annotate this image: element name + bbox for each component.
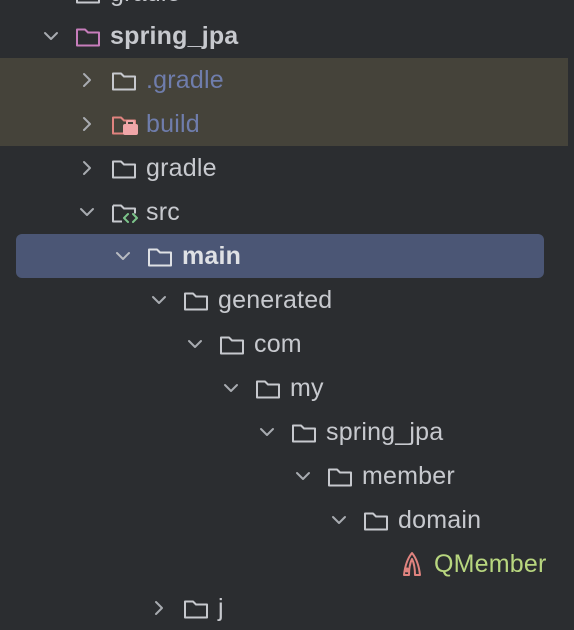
excluded-folder-icon: [110, 110, 138, 138]
chevron-down-icon[interactable]: [110, 243, 136, 269]
tree-item-generated[interactable]: generated: [146, 278, 332, 322]
tree-item-src[interactable]: src: [74, 190, 180, 234]
tree-item-label: j: [218, 593, 224, 622]
folder-icon: [326, 462, 354, 490]
chevron-down-icon[interactable]: [254, 419, 280, 445]
tree-item-label: src: [146, 197, 180, 226]
tree-item-label: main: [182, 241, 242, 270]
tree-item-domain[interactable]: domain: [326, 498, 481, 542]
chevron-down-icon[interactable]: [38, 23, 64, 49]
folder-icon: [254, 374, 282, 402]
tree-item-label: com: [254, 329, 302, 358]
folder-icon: [110, 66, 138, 94]
tree-item-com[interactable]: com: [182, 322, 302, 366]
folder-icon: [146, 242, 174, 270]
module-folder-icon: [74, 22, 102, 50]
chevron-down-icon[interactable]: [146, 287, 172, 313]
chevron-right-icon[interactable]: [146, 595, 172, 621]
tree-item-label: member: [362, 461, 455, 490]
tree-item-label: spring_jpa: [326, 417, 444, 446]
tree-item-label: generated: [218, 285, 333, 314]
tree-item-build[interactable]: build: [74, 102, 200, 146]
tree-scrollbar[interactable]: [568, 0, 574, 602]
tree-item-qmember[interactable]: QMember: [398, 542, 547, 586]
tree-item-label: my: [290, 373, 324, 402]
tree-item-label: domain: [398, 505, 482, 534]
chevron-down-icon[interactable]: [218, 375, 244, 401]
folder-icon: [362, 506, 390, 534]
chevron-right-icon[interactable]: [38, 0, 64, 6]
chevron-right-icon[interactable]: [74, 155, 100, 181]
chevron-right-icon[interactable]: [74, 111, 100, 137]
source-folder-icon: [110, 198, 138, 226]
tree-item-label: gradle: [146, 153, 217, 182]
tree-item-my[interactable]: my: [218, 366, 324, 410]
folder-icon: [74, 0, 102, 7]
chevron-down-icon[interactable]: [326, 507, 352, 533]
tree-item-label: spring_jpa: [110, 21, 239, 50]
tree-item-gradle-top[interactable]: gradle: [38, 0, 181, 15]
chevron-down-icon[interactable]: [74, 199, 100, 225]
tree-item-spring-jpa-package[interactable]: spring_jpa: [254, 410, 443, 454]
tree-item-label: QMember: [434, 549, 547, 578]
tree-item-main[interactable]: main: [110, 234, 241, 278]
tree-item-dot-gradle[interactable]: .gradle: [74, 58, 224, 102]
chevron-down-icon[interactable]: [182, 331, 208, 357]
folder-icon: [182, 594, 210, 622]
tree-item-label: gradle: [110, 0, 181, 8]
folder-icon: [182, 286, 210, 314]
java-class-icon: [398, 550, 426, 578]
tree-item-partial[interactable]: j: [146, 586, 224, 630]
folder-icon: [218, 330, 246, 358]
chevron-down-icon[interactable]: [290, 463, 316, 489]
tree-item-label: .gradle: [146, 65, 224, 94]
folder-icon: [110, 154, 138, 182]
selection-highlight: [16, 234, 544, 278]
tree-item-spring-jpa-module[interactable]: spring_jpa: [38, 14, 238, 58]
tree-item-member[interactable]: member: [290, 454, 455, 498]
folder-icon: [290, 418, 318, 446]
chevron-right-icon[interactable]: [74, 67, 100, 93]
tree-item-gradle[interactable]: gradle: [74, 146, 217, 190]
tree-item-label: build: [146, 109, 200, 138]
